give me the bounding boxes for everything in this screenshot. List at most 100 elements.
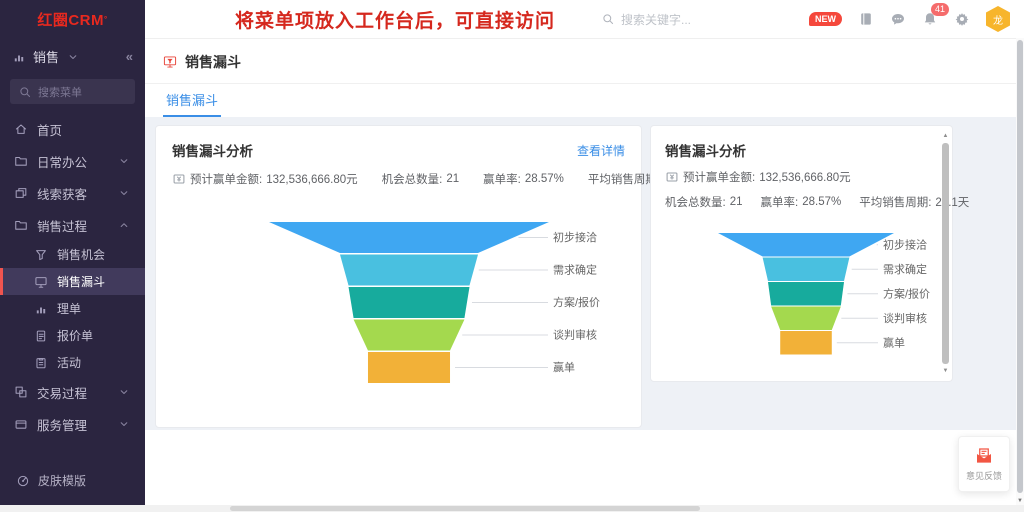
scrollbar-thumb[interactable] [230,506,700,511]
app-logo: 红圈CRM° [0,0,145,38]
global-search-input[interactable]: 搜索关键字... [601,11,691,28]
logo-text: 红圈CRM [37,9,104,30]
funnel-segment-1[interactable] [718,233,894,257]
activity-icon [34,356,48,370]
barchart-icon [34,302,48,316]
funnel-stage-label: 方案/报价 [553,295,600,309]
stats-row: 预计赢单金额: 132,536,666.80元 机会总数量: 21 赢单率: 28.… [172,171,625,187]
footer-area: 意见反馈 [145,430,1024,505]
funnel-stage-label: 谈判审核 [883,311,927,325]
sidebar-item-sales-funnel[interactable]: 销售漏斗 [0,268,145,295]
chevron-down-icon[interactable] [66,50,80,64]
panel-title: 销售漏斗分析 [665,140,746,160]
envelope-icon [974,446,994,466]
sales-funnel-chart: 初步接洽需求确定方案/报价谈判审核赢单 [172,210,627,388]
page-header: 销售漏斗 销售漏斗 [145,39,1024,117]
content-area: 销售漏斗分析 查看详情 预计赢单金额: 132,536,666.80元机会总数量… [145,117,1024,430]
sales-module-icon [12,50,26,64]
funnel-stage-label: 需求确定 [553,263,597,277]
funnel-stage-label: 初步接洽 [553,230,597,244]
sidebar-item-label: 线索获客 [37,184,87,203]
funnel-stage-label: 需求确定 [883,262,927,276]
panel-scrollbar[interactable]: ▲ ▼ [941,132,950,375]
stat-expected-win-amount: 预计赢单金额: 132,536,666.80元 [172,171,358,187]
scrollbar-thumb[interactable] [1017,40,1023,493]
feedback-label: 意见反馈 [966,469,1002,482]
sidebar-collapse-button[interactable]: « [126,49,133,64]
feedback-button[interactable]: 意见反馈 [958,436,1010,492]
sidebar-item-daily-office[interactable]: 日常办公 [0,145,145,177]
scroll-up-arrow-icon[interactable]: ▲ [941,132,950,140]
gear-icon[interactable] [954,11,970,27]
funnel-segment-5[interactable] [368,352,450,383]
stat-opportunity-count: 机会总数量: 21 [382,171,460,187]
layers-icon [14,186,28,200]
sidebar-item-order-sorting[interactable]: 理单 [0,295,145,322]
sidebar-menu-header[interactable]: 销售 « [0,38,145,72]
global-search-placeholder: 搜索关键字... [621,11,691,28]
messages-icon[interactable] [890,11,906,27]
sidebar-item-label: 报价单 [57,327,93,344]
sidebar-item-activity[interactable]: 活动 [0,349,145,376]
avatar[interactable]: 龙 [986,6,1010,32]
funnel-segment-2[interactable] [340,255,478,286]
sidebar-item-sales-opportunity[interactable]: 销售机会 [0,241,145,268]
sidebar-item-lead-acquisition[interactable]: 线索获客 [0,177,145,209]
funnel-segment-3[interactable] [349,287,470,318]
new-badge[interactable]: NEW [809,12,842,26]
scrollbar-thumb[interactable] [942,143,949,364]
palette-icon [16,474,30,488]
funnel-segment-5[interactable] [780,331,832,355]
tab-sales-funnel[interactable]: 销售漏斗 [163,84,221,117]
sidebar-item-label: 销售过程 [37,216,87,235]
app-window: 红圈CRM° 销售 « 搜索菜单 首页日常办公线索获客销售过程销售机会销售漏斗理… [0,0,1024,505]
funnel-segment-3[interactable] [768,282,844,306]
notifications-button[interactable]: 41 [922,11,938,27]
sidebar-item-service-management[interactable]: 服务管理 [0,408,145,440]
sidebar-menu-title: 销售 [33,47,59,66]
skin-template-label: 皮肤模版 [38,472,86,489]
chevron-down-icon [117,186,131,200]
logo-sup: ° [104,15,108,24]
page-title-row: 销售漏斗 [145,39,1024,84]
sidebar-item-transaction-process[interactable]: 交易过程 [0,376,145,408]
sidebar-item-quotation[interactable]: 报价单 [0,322,145,349]
stat-win-rate: 赢单率: 28.57% [761,194,842,210]
sidebar-search-input[interactable]: 搜索菜单 [10,79,135,104]
funnel-stage-label: 方案/报价 [883,286,930,300]
funnel-segment-1[interactable] [269,222,549,253]
funnel-segment-4[interactable] [771,307,841,331]
notebook-icon[interactable] [858,11,874,27]
sidebar-item-sales-process[interactable]: 销售过程 [0,209,145,241]
skin-template-button[interactable]: 皮肤模版 [0,462,145,505]
stat-win-rate: 赢单率: 28.57% [483,171,564,187]
view-details-link[interactable]: 查看详情 [577,142,625,159]
stats-row: 机会总数量: 21赢单率: 28.57%平均销售周期: 25.1天 [665,194,938,210]
page-vertical-scrollbar[interactable]: ▼ [1016,38,1024,505]
sidebar-item-home[interactable]: 首页 [0,113,145,145]
folder-icon [14,218,28,232]
sidebar: 红圈CRM° 销售 « 搜索菜单 首页日常办公线索获客销售过程销售机会销售漏斗理… [0,0,145,505]
sidebar-item-label: 销售机会 [57,246,105,263]
chevron-down-icon [117,417,131,431]
funnel-segment-2[interactable] [763,258,850,282]
sidebar-item-label: 服务管理 [37,415,87,434]
scroll-down-arrow-icon[interactable]: ▼ [941,367,950,375]
chevron-up-icon [117,218,131,232]
topbar: 将菜单项放入工作台后，可直接访问 搜索关键字... NEW 41 龙 [145,0,1024,39]
sidebar-item-label: 日常办公 [37,152,87,171]
page-horizontal-scrollbar[interactable] [0,505,1024,512]
sidebar-item-label: 销售漏斗 [57,273,105,290]
exchange-icon [14,385,28,399]
page-title: 销售漏斗 [185,52,241,72]
sidebar-item-label: 首页 [37,120,62,139]
sidebar-search-placeholder: 搜索菜单 [38,84,82,100]
search-icon [18,85,32,99]
money-icon [665,170,679,184]
funnel-segment-4[interactable] [354,320,465,351]
funnel-stage-label: 初步接洽 [883,237,927,251]
scroll-down-arrow-icon[interactable]: ▼ [1016,498,1024,504]
funnel-panel-left: 销售漏斗分析 查看详情 预计赢单金额: 132,536,666.80元机会总数量… [155,125,642,428]
sales-funnel-chart-small: 初步接洽需求确定方案/报价谈判审核赢单 [665,224,937,364]
funnel-panel-right: 销售漏斗分析 预计赢单金额: 132,536,666.80元 机会总数量: 21… [650,125,953,382]
